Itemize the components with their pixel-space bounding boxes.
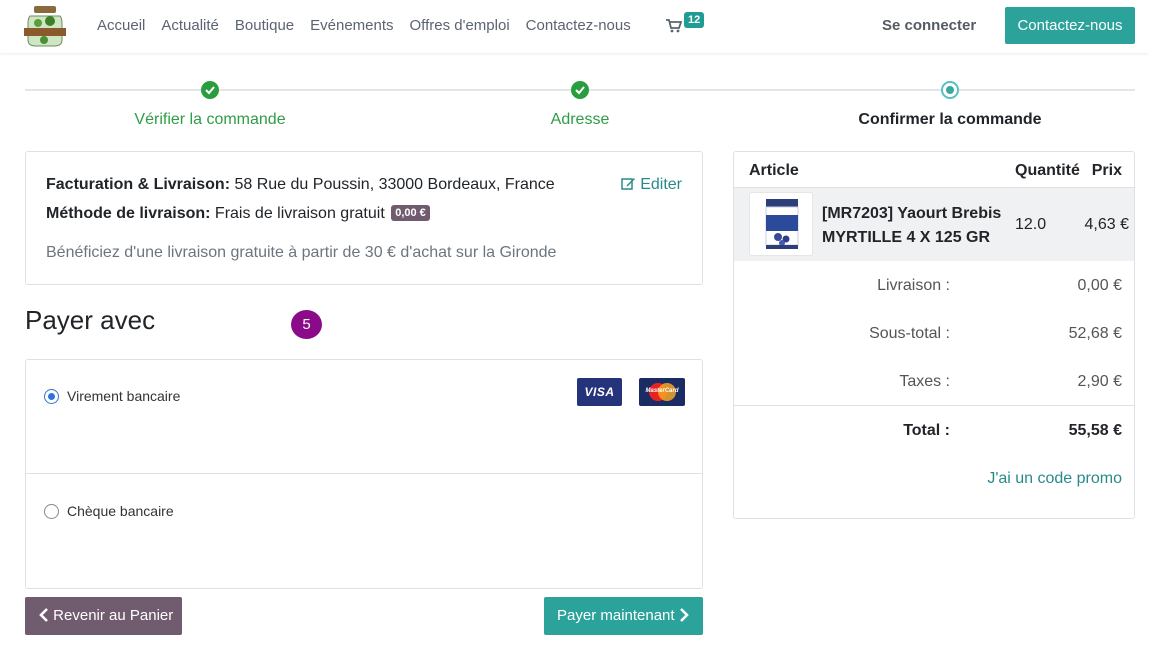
step-3-current-icon: [941, 81, 959, 99]
product-name[interactable]: [MR7203] Yaourt Brebis MYRTILLE 4 X 125 …: [822, 202, 1012, 250]
order-summary: Article Quantité Prix [MR7203] Yaourt Br…: [733, 151, 1135, 519]
edit-icon: [621, 178, 636, 190]
check-label[interactable]: Chèque bancaire: [67, 502, 174, 520]
cart-button[interactable]: 12: [666, 12, 710, 40]
payment-option-transfer[interactable]: Virement bancaire VISA MasterCard: [26, 360, 702, 474]
address-card: Facturation & Livraison: 58 Rue du Pouss…: [25, 151, 703, 285]
shipping-method: Frais de livraison gratuit: [214, 205, 385, 222]
total-value: 55,58 €: [1068, 422, 1122, 439]
payment-option-check[interactable]: Chèque bancaire: [26, 474, 702, 588]
shipping-line: Méthode de livraison: Frais de livraison…: [46, 204, 430, 224]
product-price: 4,63 €: [1084, 216, 1129, 233]
edit-label: Editer: [640, 176, 682, 193]
delivery-label: Livraison :: [877, 277, 950, 294]
total-label: Total :: [903, 422, 950, 439]
step-address[interactable]: Adresse: [551, 110, 610, 130]
shipping-label: Méthode de livraison:: [46, 205, 211, 222]
free-shipping-note: Bénéficiez d'une livraison gratuite à pa…: [46, 244, 557, 261]
site-logo[interactable]: [24, 4, 66, 48]
step-confirm-order: Confirmer la commande: [858, 111, 1042, 128]
col-article: Article: [749, 162, 799, 179]
mastercard-icon: MasterCard: [639, 378, 685, 406]
contact-button[interactable]: Contactez-nous: [1005, 7, 1135, 44]
summary-divider: [734, 405, 1134, 406]
step-2-check-icon: [571, 81, 589, 99]
check-radio[interactable]: [44, 504, 59, 519]
billing-address: 58 Rue du Poussin, 33000 Bordeaux, Franc…: [234, 176, 555, 193]
nav-link-accueil[interactable]: Accueil: [97, 16, 145, 36]
payment-options: Virement bancaire VISA MasterCard Chèque…: [25, 359, 703, 589]
subtotal-label: Sous-total :: [869, 325, 950, 342]
billing-label: Facturation & Livraison:: [46, 176, 231, 193]
product-quantity: 12.0: [1015, 216, 1047, 233]
signin-link[interactable]: Se connecter: [882, 16, 976, 36]
promo-code-link[interactable]: J'ai un code promo: [987, 469, 1122, 489]
step-1-check-icon: [201, 81, 219, 99]
delivery-value: 0,00 €: [1077, 277, 1122, 294]
shipping-price-badge: 0,00 €: [391, 205, 430, 221]
back-to-cart-label: Revenir au Panier: [53, 607, 174, 624]
pay-now-button[interactable]: Payer maintenant: [544, 597, 703, 635]
subtotal-value: 52,68 €: [1068, 325, 1122, 342]
shopping-cart-icon: [666, 19, 682, 33]
step-marker-badge: 5: [291, 310, 322, 339]
transfer-label[interactable]: Virement bancaire: [67, 387, 180, 405]
pay-now-label: Payer maintenant: [557, 607, 675, 624]
nav-link-offres-emploi[interactable]: Offres d'emploi: [410, 16, 510, 36]
back-to-cart-button[interactable]: Revenir au Panier: [25, 597, 182, 635]
transfer-radio[interactable]: [44, 389, 59, 404]
nav-link-contact[interactable]: Contactez-nous: [526, 16, 631, 36]
nav-link-evenements[interactable]: Evénements: [310, 16, 393, 36]
main-nav: Accueil Actualité Boutique Evénements Of…: [97, 16, 647, 36]
payment-title: Payer avec: [25, 305, 156, 335]
top-navbar: Accueil Actualité Boutique Evénements Of…: [0, 0, 1149, 53]
product-row: [MR7203] Yaourt Brebis MYRTILLE 4 X 125 …: [734, 187, 1134, 261]
cart-count-badge: 12: [684, 12, 705, 28]
visa-icon: VISA: [577, 378, 622, 406]
taxes-label: Taxes :: [899, 373, 950, 390]
edit-address-link[interactable]: Editer: [621, 175, 682, 195]
chevron-right-icon: [679, 608, 689, 622]
product-image: [749, 192, 813, 256]
step-verify-order[interactable]: Vérifier la commande: [134, 110, 285, 130]
col-quantity: Quantité: [1015, 162, 1080, 179]
billing-line: Facturation & Livraison: 58 Rue du Pouss…: [46, 175, 555, 195]
taxes-value: 2,90 €: [1077, 373, 1122, 390]
nav-link-boutique[interactable]: Boutique: [235, 16, 294, 36]
nav-link-actualite[interactable]: Actualité: [161, 16, 219, 36]
chevron-left-icon: [39, 608, 48, 622]
col-price: Prix: [1091, 162, 1122, 179]
